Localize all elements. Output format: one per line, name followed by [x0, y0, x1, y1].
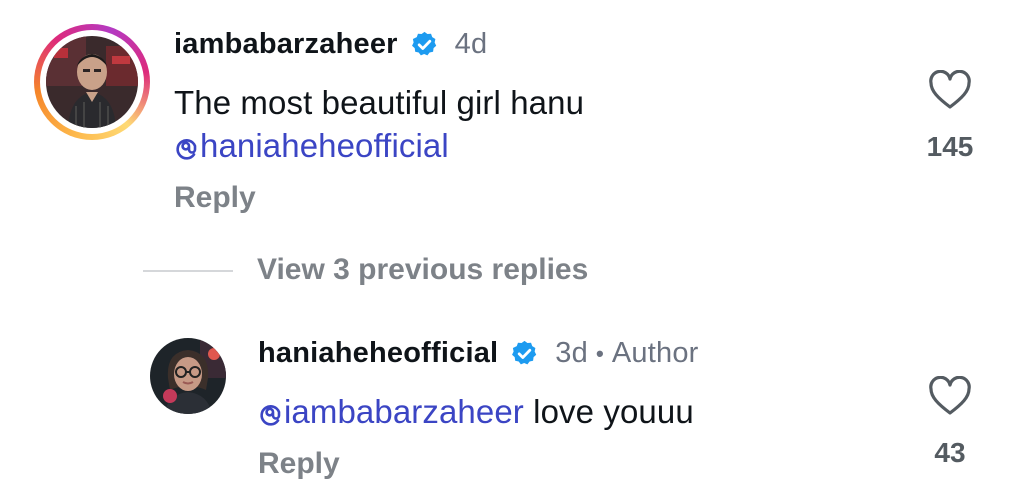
like-group: 145	[915, 69, 985, 163]
story-ring[interactable]	[34, 24, 150, 140]
like-count: 145	[926, 131, 974, 162]
mention-username[interactable]: iambabarzaheer	[284, 393, 524, 431]
heart-icon[interactable]	[928, 69, 972, 115]
timestamp: 4d	[454, 28, 488, 60]
comment-body: love youuu	[523, 393, 694, 430]
avatar[interactable]	[46, 36, 138, 128]
mention-at-icon	[174, 132, 198, 160]
view-previous-replies-button[interactable]: View 3 previous replies	[257, 253, 588, 287]
separator-dot: •	[595, 340, 604, 366]
comment-text: The most beautiful girl hanu	[174, 84, 585, 121]
comment-header: iambabarzaheer 4d	[174, 28, 487, 61]
reply-button[interactable]: Reply	[174, 181, 256, 215]
divider	[143, 270, 233, 272]
mention-link[interactable]: iambabarzaheer	[258, 393, 524, 431]
timestamp: 3d	[555, 337, 588, 369]
username[interactable]: iambabarzaheer	[174, 28, 398, 61]
like-group: 43	[915, 375, 985, 469]
mention-username[interactable]: haniaheheofficial	[200, 127, 449, 165]
username[interactable]: haniaheheofficial	[258, 337, 498, 370]
verified-badge-icon	[410, 30, 439, 59]
avatar[interactable]	[150, 338, 226, 414]
comment-text: iambabarzaheer love youuu	[258, 393, 694, 431]
author-badge: Author	[611, 337, 699, 369]
comment-header: haniaheheofficial 3d • Author	[258, 337, 699, 370]
mention-at-icon	[258, 398, 282, 426]
mention-link[interactable]: haniaheheofficial	[174, 127, 449, 165]
heart-icon[interactable]	[928, 375, 972, 421]
verified-badge-icon	[510, 339, 539, 368]
reply-button[interactable]: Reply	[258, 447, 340, 481]
like-count: 43	[934, 437, 966, 468]
